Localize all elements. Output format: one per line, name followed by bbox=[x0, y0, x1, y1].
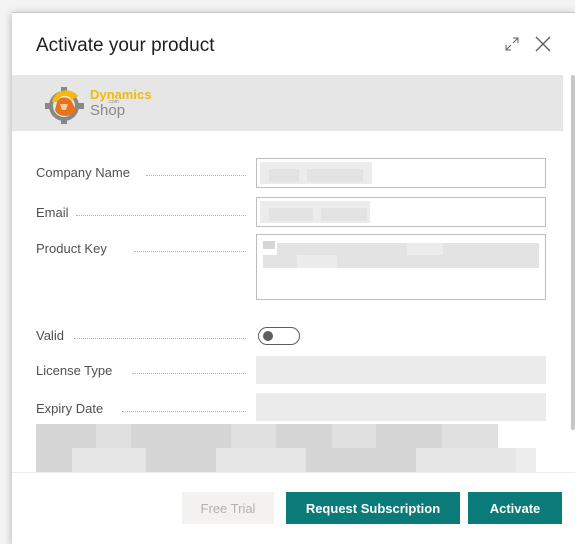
leader-dots bbox=[134, 251, 246, 252]
request-subscription-button[interactable]: Request Subscription bbox=[286, 492, 460, 524]
expiry-date-label: Expiry Date bbox=[36, 401, 104, 416]
leader-dots bbox=[146, 175, 246, 176]
activate-product-dialog: Activate your product Dynamics .com Shop… bbox=[12, 12, 575, 544]
valid-label: Valid bbox=[36, 328, 64, 343]
logo-text-shop: Shop bbox=[90, 102, 126, 119]
close-icon[interactable] bbox=[532, 33, 554, 55]
redacted-block bbox=[263, 241, 275, 249]
gear-logo-icon bbox=[45, 87, 84, 124]
company-name-field[interactable] bbox=[256, 158, 546, 188]
redacted-block bbox=[36, 448, 516, 472]
company-name-label: Company Name bbox=[36, 165, 130, 180]
email-field[interactable] bbox=[256, 197, 546, 227]
free-trial-button[interactable]: Free Trial bbox=[182, 492, 274, 524]
redacted-area bbox=[36, 424, 543, 472]
redacted-block bbox=[131, 424, 231, 448]
redacted-block bbox=[307, 169, 363, 182]
logo-text-dynamics: Dynamics bbox=[90, 87, 152, 102]
license-type-field bbox=[256, 356, 546, 384]
redacted-block bbox=[36, 448, 72, 472]
redacted-block bbox=[276, 424, 332, 448]
redacted-block bbox=[36, 424, 96, 448]
brand-banner: Dynamics .com Shop bbox=[12, 75, 563, 131]
redacted-block bbox=[146, 448, 216, 472]
redacted-block bbox=[407, 243, 443, 255]
dialog-scrollbar[interactable] bbox=[571, 75, 575, 430]
redacted-block bbox=[269, 208, 313, 221]
redacted-block bbox=[306, 448, 416, 472]
valid-toggle[interactable] bbox=[258, 327, 300, 345]
dynamics-shop-logo: Dynamics .com Shop bbox=[42, 80, 182, 126]
dialog-title: Activate your product bbox=[36, 35, 215, 56]
footer-divider bbox=[12, 472, 575, 473]
toggle-knob bbox=[263, 331, 273, 341]
expiry-date-field bbox=[256, 393, 546, 421]
dialog-header: Activate your product bbox=[12, 13, 575, 75]
product-key-field[interactable] bbox=[256, 234, 546, 300]
license-type-label: License Type bbox=[36, 363, 113, 378]
redacted-block bbox=[516, 448, 536, 472]
activate-button[interactable]: Activate bbox=[468, 492, 562, 524]
leader-dots bbox=[122, 411, 246, 412]
leader-dots bbox=[132, 373, 246, 374]
redacted-block bbox=[297, 255, 337, 268]
leader-dots bbox=[74, 338, 246, 339]
redacted-block bbox=[376, 424, 442, 448]
leader-dots bbox=[76, 215, 246, 216]
product-key-label: Product Key bbox=[36, 241, 107, 256]
email-label: Email bbox=[36, 205, 69, 220]
expand-icon[interactable] bbox=[501, 33, 523, 55]
redacted-block bbox=[269, 169, 299, 182]
redacted-block bbox=[321, 208, 367, 221]
